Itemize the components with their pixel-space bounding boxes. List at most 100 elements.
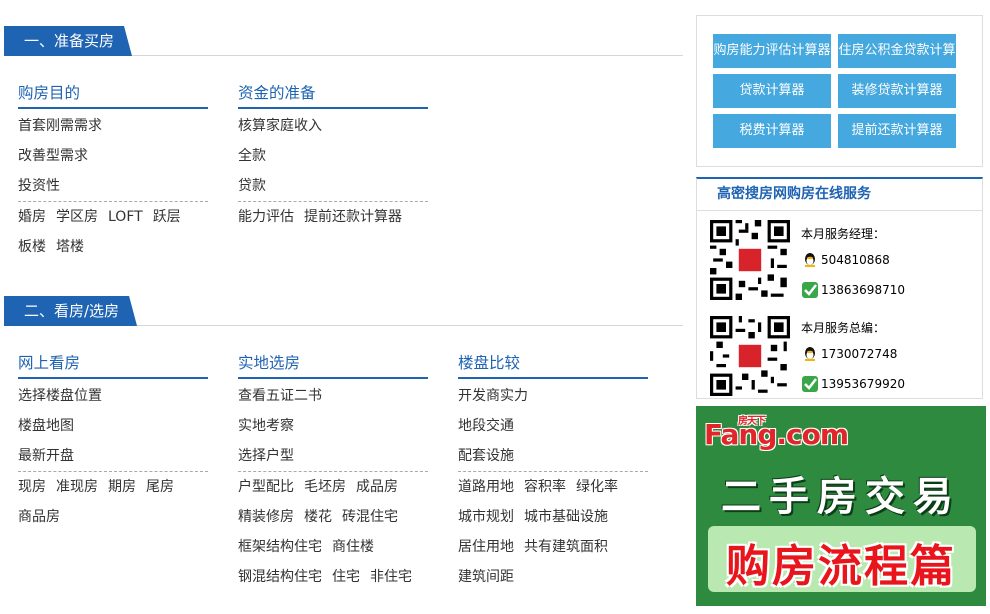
topic-link[interactable]: 住宅 xyxy=(332,569,360,585)
topic-link[interactable]: 学区房 xyxy=(56,209,98,225)
topic-link[interactable]: 投资性 xyxy=(18,178,60,194)
qq-penguin-icon xyxy=(805,253,815,267)
check-icon xyxy=(802,282,818,298)
topic-link[interactable]: 户型配比 xyxy=(238,479,294,495)
list-item: 钢混结构住宅 住宅 非住宅 xyxy=(238,562,428,592)
list-item: 贷款 xyxy=(238,171,428,201)
column-title: 资金的准备 xyxy=(238,77,428,109)
editor-qq[interactable]: 1730072748 xyxy=(801,343,897,365)
topic-link[interactable]: 能力评估 xyxy=(238,209,294,225)
manager-qq-number: 504810868 xyxy=(821,253,890,267)
list-item: 开发商实力 xyxy=(458,381,648,411)
topic-link[interactable]: 楼花 xyxy=(304,509,332,525)
topic-link[interactable]: 期房 xyxy=(108,479,136,495)
list-item: 查看五证二书 xyxy=(238,381,428,411)
list-item: 最新开盘 xyxy=(18,441,208,471)
list-item: 首套刚需需求 xyxy=(18,111,208,141)
topic-link[interactable]: 道路用地 xyxy=(458,479,514,495)
topic-link[interactable]: 砖混住宅 xyxy=(342,509,398,525)
topic-link[interactable]: 商品房 xyxy=(18,509,60,525)
topic-link[interactable]: 非住宅 xyxy=(370,569,412,585)
column-title: 购房目的 xyxy=(18,77,208,109)
section-header-view: 二、看房/选房 xyxy=(4,296,683,326)
topic-link[interactable]: 绿化率 xyxy=(576,479,618,495)
calc-button-affordability[interactable]: 购房能力评估计算器 xyxy=(713,34,831,68)
column-funds: 资金的准备核算家庭收入 全款贷款能力评估 提前还款计算器 xyxy=(238,77,428,232)
topic-link[interactable]: 提前还款计算器 xyxy=(304,209,402,225)
topic-link[interactable]: 贷款 xyxy=(238,178,266,194)
topic-link[interactable]: 塔楼 xyxy=(56,239,84,255)
topic-link[interactable]: LOFT xyxy=(108,209,143,225)
qq-penguin-icon xyxy=(805,347,815,361)
topic-link[interactable]: 精装修房 xyxy=(238,509,294,525)
calculator-panel: 购房能力评估计算器 住房公积金贷款计算 贷款计算器 装修贷款计算器 税费计算器 … xyxy=(696,15,983,167)
service-title: 高密搜房网购房在线服务 xyxy=(697,179,982,211)
topic-link[interactable]: 钢混结构住宅 xyxy=(238,569,322,585)
list-item: 婚房 学区房 LOFT 跃层 xyxy=(18,201,208,232)
topic-link[interactable]: 准现房 xyxy=(56,479,98,495)
topic-link[interactable]: 商住楼 xyxy=(332,539,374,555)
calc-button-loan[interactable]: 贷款计算器 xyxy=(713,74,831,108)
topic-link[interactable]: 建筑间距 xyxy=(458,569,514,585)
topic-link[interactable]: 尾房 xyxy=(146,479,174,495)
list-item: 改善型需求 xyxy=(18,141,208,171)
topic-link[interactable]: 成品房 xyxy=(356,479,398,495)
topic-link[interactable]: 婚房 xyxy=(18,209,46,225)
column-site-visit: 实地选房 查看五证二书 实地考察 选择户型 户型配比 毛坯房 成品房 精装修房 楼花 砖混住宅 框架… xyxy=(238,347,428,592)
topic-link[interactable]: 首套刚需需求 xyxy=(18,118,102,134)
column-purpose: 购房目的首套刚需需求 改善型需求投资性婚房 学区房 LOFT 跃层板楼 塔楼 xyxy=(18,77,208,262)
column-title: 实地选房 xyxy=(238,347,428,379)
calc-button-tax[interactable]: 税费计算器 xyxy=(713,114,831,148)
topic-link[interactable]: 跃层 xyxy=(153,209,181,225)
fang-logo-text: Fang.com xyxy=(704,418,849,451)
column-online-view: 网上看房选择楼盘位置 楼盘地图最新开盘现房 准现房 期房 尾房商品房 xyxy=(18,347,208,532)
calc-button-provident-fund[interactable]: 住房公积金贷款计算 xyxy=(838,34,956,68)
list-item: 商品房 xyxy=(18,502,208,532)
calc-button-renovation-loan[interactable]: 装修贷款计算器 xyxy=(838,74,956,108)
topic-link[interactable]: 共有建筑面积 xyxy=(524,539,608,555)
topic-link[interactable]: 容积率 xyxy=(524,479,566,495)
editor-phone-number: 13953679920 xyxy=(821,377,905,391)
fang-logo: 房天下 Fang.com xyxy=(704,416,849,451)
list-item: 地段交通 xyxy=(458,411,648,441)
secondhand-process-banner[interactable]: 房天下 Fang.com 二手房交易 购房流程篇 xyxy=(696,406,986,606)
topic-link[interactable]: 楼盘地图 xyxy=(18,418,74,434)
qr-code-icon xyxy=(710,316,790,396)
topic-link[interactable]: 核算家庭收入 xyxy=(238,118,322,134)
topic-link[interactable]: 选择楼盘位置 xyxy=(18,388,102,404)
topic-link[interactable]: 实地考察 xyxy=(238,418,294,434)
section-header-prepare: 一、准备买房 xyxy=(4,26,683,56)
topic-link[interactable]: 地段交通 xyxy=(458,418,514,434)
topic-link[interactable]: 现房 xyxy=(18,479,46,495)
fang-logo-small: 房天下 xyxy=(738,416,766,427)
editor-phone: 13953679920 xyxy=(801,373,905,395)
topic-link[interactable]: 选择户型 xyxy=(238,448,294,464)
banner-headline: 二手房交易 xyxy=(721,474,961,520)
calc-button-prepayment[interactable]: 提前还款计算器 xyxy=(838,114,956,148)
list-item: 核算家庭收入 xyxy=(238,111,428,141)
topic-link[interactable]: 改善型需求 xyxy=(18,148,88,164)
list-item: 能力评估 提前还款计算器 xyxy=(238,201,428,232)
topic-link[interactable]: 城市规划 xyxy=(458,509,514,525)
manager-qq[interactable]: 504810868 xyxy=(801,249,890,271)
topic-link[interactable]: 框架结构住宅 xyxy=(238,539,322,555)
list-item: 精装修房 楼花 砖混住宅 xyxy=(238,502,428,532)
topic-link[interactable]: 查看五证二书 xyxy=(238,388,322,404)
list-item: 框架结构住宅 商住楼 xyxy=(238,532,428,562)
column-title: 网上看房 xyxy=(18,347,208,379)
list-item: 选择楼盘位置 xyxy=(18,381,208,411)
list-item: 道路用地 容积率 绿化率 xyxy=(458,471,648,502)
topic-link[interactable]: 配套设施 xyxy=(458,448,514,464)
topic-link[interactable]: 开发商实力 xyxy=(458,388,528,404)
list-item: 投资性 xyxy=(18,171,208,201)
topic-link[interactable]: 毛坯房 xyxy=(304,479,346,495)
topic-link[interactable]: 居住用地 xyxy=(458,539,514,555)
topic-link[interactable]: 城市基础设施 xyxy=(524,509,608,525)
list-item: 建筑间距 xyxy=(458,562,648,592)
qr-code-icon xyxy=(710,220,790,300)
topic-link[interactable]: 板楼 xyxy=(18,239,46,255)
topic-link[interactable]: 全款 xyxy=(238,148,266,164)
topic-link[interactable]: 最新开盘 xyxy=(18,448,74,464)
list-item: 实地考察 xyxy=(238,411,428,441)
check-icon xyxy=(802,376,818,392)
